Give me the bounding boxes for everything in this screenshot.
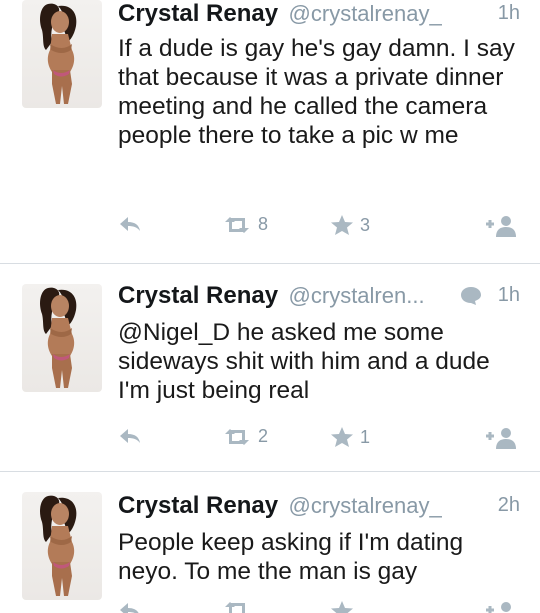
retweet-button[interactable] xyxy=(222,600,252,613)
retweet-count: 8 xyxy=(258,214,269,234)
tweet-actions xyxy=(118,600,528,613)
tweet[interactable]: Crystal Renay @crystalren... 1h @Nigel_D… xyxy=(0,264,540,472)
reply-icon xyxy=(120,603,139,613)
timestamp[interactable]: 2h xyxy=(498,494,520,517)
retweet-icon xyxy=(225,602,249,613)
add-user-icon xyxy=(486,428,516,449)
tweet-text: People keep asking if I'm dating neyo. T… xyxy=(118,529,464,585)
tweet-actions: 8 3 xyxy=(118,214,528,244)
timestamp[interactable]: 1h xyxy=(498,2,520,25)
reply-icon xyxy=(120,217,140,231)
tweet-actions: 2 1 xyxy=(118,426,528,456)
tweet[interactable]: Crystal Renay @crystalrenay_ 2h People k… xyxy=(0,472,540,613)
star-icon xyxy=(331,215,353,235)
follow-button[interactable] xyxy=(484,600,518,613)
avatar[interactable] xyxy=(22,284,102,392)
tweet-header: Crystal Renay @crystalren... 1h xyxy=(118,282,520,312)
favorite-button[interactable] xyxy=(330,600,354,613)
star-icon xyxy=(331,427,353,447)
reply-button[interactable] xyxy=(118,426,142,446)
tweet-header: Crystal Renay @crystalrenay_ 1h xyxy=(118,0,520,30)
user-handle[interactable]: @crystalrenay_ xyxy=(289,493,442,518)
reply-button[interactable] xyxy=(118,600,142,613)
follow-button[interactable] xyxy=(484,426,518,450)
add-user-icon xyxy=(486,602,511,613)
tweet-header: Crystal Renay @crystalrenay_ 2h xyxy=(118,492,520,522)
add-user-icon xyxy=(486,216,516,237)
favorite-count: 1 xyxy=(360,426,371,447)
favorite-button[interactable]: 1 xyxy=(330,426,370,448)
favorite-button[interactable]: 3 xyxy=(330,214,370,236)
user-handle[interactable]: @crystalrenay_ xyxy=(289,1,442,26)
retweet-button[interactable]: 8 xyxy=(222,214,268,235)
profile-photo-icon xyxy=(40,495,77,596)
retweet-button[interactable]: 2 xyxy=(222,426,268,447)
tweet[interactable]: Crystal Renay @crystalrenay_ 1h If a dud… xyxy=(0,0,540,264)
retweet-count: 2 xyxy=(258,426,269,446)
display-name[interactable]: Crystal Renay xyxy=(118,0,278,27)
avatar[interactable] xyxy=(22,492,102,600)
display-name[interactable]: Crystal Renay xyxy=(118,282,278,309)
avatar[interactable] xyxy=(22,0,102,108)
retweet-icon xyxy=(225,216,249,233)
reply-button[interactable] xyxy=(118,214,142,234)
speech-bubble-icon xyxy=(461,287,481,305)
timestamp[interactable]: 1h xyxy=(498,284,520,307)
tweet-timeline: Crystal Renay @crystalrenay_ 1h If a dud… xyxy=(0,0,540,613)
reply-icon xyxy=(120,429,140,443)
follow-button[interactable] xyxy=(484,214,518,238)
tweet-text: @Nigel_D he asked me some sideways shit … xyxy=(118,319,490,404)
user-handle[interactable]: @crystalren... xyxy=(289,283,425,308)
star-icon xyxy=(331,601,353,613)
favorite-count: 3 xyxy=(360,214,371,235)
display-name[interactable]: Crystal Renay xyxy=(118,492,278,519)
tweet-text: If a dude is gay he's gay damn. I say th… xyxy=(118,35,515,149)
profile-photo-icon xyxy=(40,3,77,104)
profile-photo-icon xyxy=(40,287,77,388)
retweet-icon xyxy=(225,428,249,445)
